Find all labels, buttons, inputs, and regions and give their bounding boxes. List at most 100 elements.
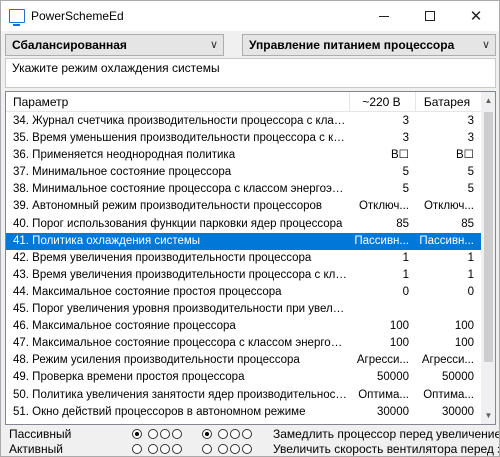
cell-dc: 3 bbox=[467, 132, 474, 145]
table-row[interactable]: 47. Максимальное состояние процессора с … bbox=[6, 335, 481, 352]
cell-ac: 5 bbox=[402, 166, 409, 179]
table-row[interactable]: 44. Максимальное состояние простоя проце… bbox=[6, 284, 481, 301]
table-row[interactable]: 42. Время увеличения производительности … bbox=[6, 250, 481, 267]
cell-name: 40. Порог использования функции парковки… bbox=[13, 217, 343, 230]
cell-dc: 100 bbox=[454, 320, 474, 333]
cell-ac: Оптима... bbox=[358, 388, 409, 401]
column-header-ac[interactable]: ~220 В bbox=[350, 95, 413, 109]
cell-name: 44. Максимальное состояние простоя проце… bbox=[13, 285, 282, 298]
close-icon: ✕ bbox=[469, 8, 483, 25]
scroll-up-icon[interactable]: ▲ bbox=[481, 92, 495, 109]
cell-name: 38. Минимальное состояние процессора с к… bbox=[13, 183, 348, 196]
radio-option[interactable] bbox=[230, 444, 240, 454]
table-row[interactable]: 46. Максимальное состояние процессора 100… bbox=[6, 318, 481, 335]
cell-dc: Пассивн... bbox=[419, 234, 474, 247]
table-row[interactable]: 45. Порог увеличения уровня производител… bbox=[6, 301, 481, 318]
table-row[interactable]: 37. Минимальное состояние процессора 5 5 bbox=[6, 164, 481, 181]
cell-ac: 100 bbox=[389, 320, 409, 333]
radio-option[interactable] bbox=[242, 429, 252, 439]
cell-name: 39. Автономный режим производительности … bbox=[13, 200, 323, 213]
cell-dc: 30000 bbox=[442, 405, 474, 418]
group-select-value: Управление питанием процессора bbox=[249, 38, 455, 52]
close-button[interactable]: ✕ bbox=[453, 1, 499, 31]
cell-dc: B☐ bbox=[456, 149, 474, 162]
scroll-down-icon[interactable]: ▼ bbox=[481, 407, 495, 424]
cell-dc: 3 bbox=[467, 115, 474, 127]
table-row[interactable]: 49. Проверка времени простоя процессора 5… bbox=[6, 369, 481, 386]
table-row[interactable]: 41. Политика охлаждения системы Пассивн..… bbox=[6, 232, 481, 250]
settings-list[interactable]: Параметр ~220 В Батарея 34. Журнал счетч… bbox=[5, 91, 496, 425]
maximize-button[interactable] bbox=[407, 1, 453, 31]
maximize-icon bbox=[425, 11, 435, 21]
scheme-select[interactable]: Сбалансированная ∨ bbox=[5, 34, 224, 56]
column-header-param[interactable]: Параметр bbox=[13, 95, 68, 109]
cell-name: 42. Время увеличения производительности … bbox=[13, 251, 312, 264]
cell-ac: Пассивн... bbox=[354, 234, 409, 247]
cell-dc: 0 bbox=[467, 285, 474, 298]
cell-dc: 1 bbox=[467, 251, 474, 264]
minimize-button[interactable] bbox=[361, 1, 407, 31]
table-row[interactable]: 36. Применяется неоднородная политика B☐ B… bbox=[6, 147, 481, 164]
cell-dc: 1 bbox=[467, 268, 474, 281]
list-rows: 34. Журнал счетчика производительности п… bbox=[6, 113, 481, 421]
cell-ac: 1 bbox=[402, 251, 409, 264]
cell-name: 45. Порог увеличения уровня производител… bbox=[13, 303, 348, 316]
cell-ac: 50000 bbox=[377, 371, 409, 384]
cell-dc: Отключ... bbox=[423, 200, 474, 213]
table-row[interactable]: 34. Журнал счетчика производительности п… bbox=[6, 113, 481, 130]
cell-name: 34. Журнал счетчика производительности п… bbox=[13, 115, 348, 127]
radio-option[interactable] bbox=[218, 429, 228, 439]
cell-ac: 3 bbox=[402, 115, 409, 127]
table-row[interactable]: 51. Окно действий процессоров в автономн… bbox=[6, 404, 481, 421]
cell-name: 49. Проверка времени простоя процессора bbox=[13, 371, 245, 384]
cell-dc: 5 bbox=[467, 183, 474, 196]
cell-dc: 5 bbox=[467, 166, 474, 179]
monitor-icon bbox=[9, 9, 25, 26]
cell-name: 51. Окно действий процессоров в автономн… bbox=[13, 405, 306, 418]
radio-option[interactable] bbox=[148, 444, 158, 454]
table-row[interactable]: 39. Автономный режим производительности … bbox=[6, 198, 481, 215]
table-row[interactable]: 35. Время уменьшения производительности … bbox=[6, 130, 481, 147]
group-select[interactable]: Управление питанием процессора ∨ bbox=[242, 34, 496, 56]
mode-hint: Увеличить скорость вентилятора перед за bbox=[273, 442, 499, 456]
minimize-icon bbox=[379, 15, 389, 17]
description-text: Укажите режим охлаждения системы bbox=[12, 61, 220, 75]
cell-name: 43. Время увеличения производительности … bbox=[13, 268, 348, 281]
cell-name: 37. Минимальное состояние процессора bbox=[13, 166, 232, 179]
table-row[interactable]: 50. Политика увеличения занятости ядер п… bbox=[6, 387, 481, 404]
cell-dc: 85 bbox=[461, 217, 474, 230]
cell-name: 48. Режим усиления производительности пр… bbox=[13, 354, 300, 367]
table-row[interactable]: 40. Порог использования функции парковки… bbox=[6, 216, 481, 233]
cell-dc: 100 bbox=[454, 337, 474, 350]
table-row[interactable]: 48. Режим усиления производительности пр… bbox=[6, 352, 481, 369]
description-box: Укажите режим охлаждения системы bbox=[5, 58, 496, 88]
radio-option[interactable] bbox=[218, 444, 228, 454]
table-row[interactable]: 38. Минимальное состояние процессора с к… bbox=[6, 181, 481, 198]
vertical-scrollbar[interactable]: ▲ ▼ bbox=[481, 92, 495, 424]
column-header-dc[interactable]: Батарея bbox=[416, 95, 478, 109]
mode-label: Активный bbox=[9, 442, 63, 456]
title-bar: PowerSchemeEd ✕ bbox=[1, 1, 499, 31]
cell-ac: 100 bbox=[389, 337, 409, 350]
radio-option[interactable] bbox=[242, 444, 252, 454]
radio-dc-active[interactable] bbox=[202, 444, 212, 454]
cell-ac: Отключ... bbox=[358, 200, 409, 213]
radio-option[interactable] bbox=[172, 429, 182, 439]
radio-option[interactable] bbox=[230, 429, 240, 439]
scrollbar-thumb[interactable] bbox=[484, 112, 493, 362]
mode-row-active: Активный Увеличить скорость вентилятора … bbox=[1, 441, 499, 457]
mode-row-passive: Пассивный Замедлить процессор перед увел… bbox=[1, 426, 499, 442]
mode-label: Пассивный bbox=[9, 427, 72, 441]
cell-ac: B☐ bbox=[391, 149, 409, 162]
radio-dc-passive[interactable] bbox=[202, 429, 212, 439]
radio-option[interactable] bbox=[172, 444, 182, 454]
radio-option[interactable] bbox=[148, 429, 158, 439]
radio-option[interactable] bbox=[160, 429, 170, 439]
radio-ac-passive[interactable] bbox=[132, 429, 142, 439]
table-row[interactable]: 43. Время увеличения производительности … bbox=[6, 267, 481, 284]
radio-option[interactable] bbox=[160, 444, 170, 454]
radio-ac-active[interactable] bbox=[132, 444, 142, 454]
cell-dc: 50000 bbox=[442, 371, 474, 384]
mode-hint: Замедлить процессор перед увеличением bbox=[273, 427, 499, 441]
cell-name: 41. Политика охлаждения системы bbox=[13, 234, 201, 247]
